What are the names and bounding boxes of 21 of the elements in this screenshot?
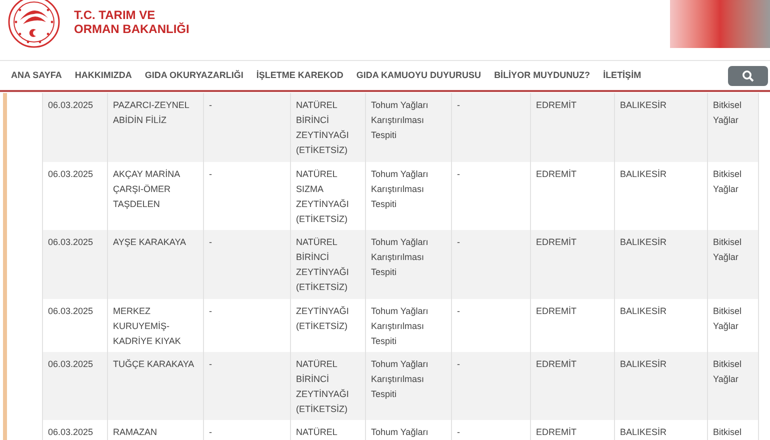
nav-link[interactable]: İŞLETME KAREKOD [256,68,344,82]
search-icon [742,70,754,82]
table-cell: Bitkisel [708,420,758,440]
table-cell: BALIKESİR [614,420,708,440]
ministry-title: ORMAN BAKANLIĞI [74,22,190,36]
table-cell: - [204,420,290,440]
table-cell: Tohum Yağları [366,420,452,440]
nav-link[interactable]: HAKKIMIZDA [74,68,132,82]
table-cell: - [452,420,530,440]
ministry-title: T.C. TARIM VE [74,8,156,22]
nav-link[interactable]: ANA SAYFA [11,68,62,82]
table-cell: NATÜREL [290,420,366,440]
nav-link[interactable]: GIDA OKURYAZARLIĞI [144,68,244,82]
search-button[interactable] [728,66,768,86]
nav-link[interactable]: İLETİŞİM [603,68,642,82]
nav-link[interactable]: BİLİYOR MUYDUNUZ? [494,68,590,82]
table-cell: RAMAZAN [108,420,204,440]
table-cell: EDREMİT [530,420,614,440]
table-cell: 06.03.2025 [42,420,108,440]
ministry-logo-icon [6,0,62,50]
nav-link[interactable]: GIDA KAMUOYU DUYURUSU [356,68,482,82]
